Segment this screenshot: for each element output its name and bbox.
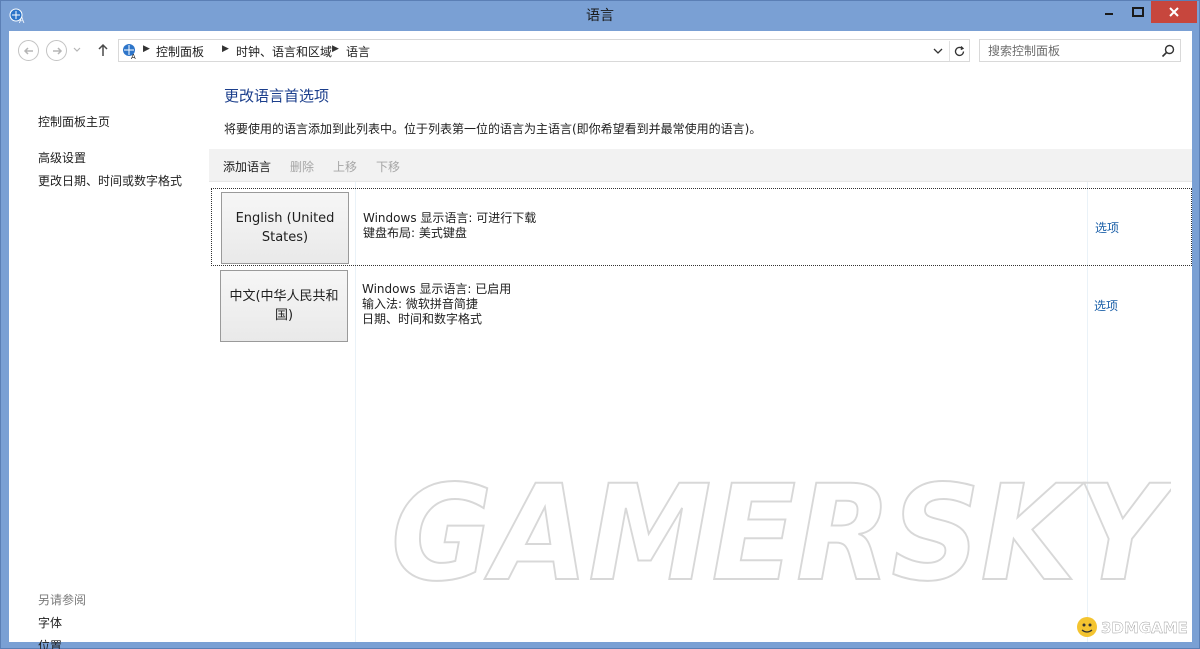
page-title: 更改语言首选项 — [224, 87, 330, 105]
language-detail-line: 输入法: 微软拼音简捷 — [362, 297, 478, 311]
chevron-down-icon — [73, 47, 81, 52]
language-row-chinese[interactable]: 中文(中华人民共和国) Windows 显示语言: 已启用 输入法: 微软拼音简… — [211, 267, 1192, 345]
address-bar: A ▶ 控制面板 ▶ 时钟、语言和区域 ▶ 语言 — [9, 31, 1192, 69]
language-row-english[interactable]: English (United States) Windows 显示语言: 可进… — [211, 188, 1192, 266]
up-arrow-icon — [98, 43, 108, 56]
search-box[interactable] — [979, 39, 1181, 62]
language-detail-line: Windows 显示语言: 已启用 — [362, 282, 512, 296]
language-tile-english[interactable]: English (United States) — [221, 192, 349, 264]
breadcrumb-separator-icon[interactable]: ▶ — [143, 44, 150, 54]
language-details: Windows 显示语言: 已启用 输入法: 微软拼音简捷 日期、时间和数字格式 — [362, 282, 511, 327]
language-detail-line: 日期、时间和数字格式 — [362, 312, 483, 326]
recent-locations-button[interactable] — [71, 44, 83, 56]
move-up-button[interactable]: 上移 — [333, 158, 357, 175]
up-button[interactable] — [95, 41, 111, 59]
add-language-button[interactable]: 添加语言 — [223, 158, 271, 175]
forward-arrow-icon — [52, 46, 62, 55]
breadcrumb-control-panel[interactable]: 控制面板 — [156, 43, 204, 60]
breadcrumb-clock-language-region[interactable]: 时钟、语言和区域 — [236, 43, 332, 60]
address-box[interactable]: A ▶ 控制面板 ▶ 时钟、语言和区域 ▶ 语言 — [118, 39, 970, 62]
3dmgame-logo: 3DMGAME — [1077, 617, 1188, 637]
language-tile-chinese[interactable]: 中文(中华人民共和国) — [220, 270, 348, 342]
see-also-label: 另请参阅 — [38, 593, 87, 607]
back-button[interactable] — [18, 40, 39, 61]
window-title: 语言 — [586, 8, 614, 24]
breadcrumb-separator-icon[interactable]: ▶ — [332, 44, 339, 54]
options-link-chinese[interactable]: 选项 — [1094, 297, 1118, 314]
language-detail-line: Windows 显示语言: 可进行下载 — [363, 211, 537, 225]
chevron-down-icon — [933, 48, 943, 54]
search-input[interactable] — [980, 40, 1158, 61]
options-link-english[interactable]: 选项 — [1095, 219, 1119, 236]
page-description: 将要使用的语言添加到此列表中。位于列表第一位的语言为主语言(即你希望看到并最常使… — [224, 122, 762, 136]
search-icon[interactable] — [1160, 43, 1176, 59]
refresh-icon — [954, 45, 965, 56]
back-arrow-icon — [23, 46, 33, 55]
title-bar[interactable]: A 语言 — [1, 1, 1199, 31]
language-details: Windows 显示语言: 可进行下载 键盘布局: 美式键盘 — [363, 211, 536, 241]
gamersky-watermark: GAMERSKY — [391, 471, 1171, 591]
maximize-button[interactable] — [1125, 1, 1151, 23]
maximize-icon — [1132, 7, 1144, 17]
sidebar-link-control-panel-home[interactable]: 控制面板主页 — [38, 113, 110, 130]
minimize-icon — [1105, 13, 1113, 15]
sidebar-link-advanced-settings[interactable]: 高级设置 — [38, 149, 86, 166]
breadcrumb-separator-icon[interactable]: ▶ — [222, 44, 229, 54]
address-dropdown-button[interactable] — [929, 42, 947, 60]
language-detail-line: 键盘布局: 美式键盘 — [363, 226, 467, 240]
svg-text:A: A — [131, 54, 136, 60]
minimize-button[interactable] — [1095, 1, 1123, 23]
logo-text: 3DMGAME — [1101, 619, 1188, 637]
remove-button[interactable]: 删除 — [290, 158, 314, 175]
window: A 语言 A ▶ 控制面板 ▶ 时钟、语言和区域 ▶ 语言 搜索控制面板 控制面… — [0, 0, 1200, 649]
language-toolbar: 添加语言 删除 上移 下移 — [209, 149, 1192, 182]
refresh-button[interactable] — [949, 41, 969, 61]
sidebar: 控制面板主页 高级设置 更改日期、时间或数字格式 另请参阅 字体 位置 — [9, 69, 209, 649]
breadcrumb-language[interactable]: 语言 — [346, 43, 370, 60]
sidebar-link-change-date-format[interactable]: 更改日期、时间或数字格式 — [38, 172, 182, 189]
control-panel-icon: A — [123, 44, 136, 60]
close-icon — [1169, 7, 1179, 17]
forward-button[interactable] — [46, 40, 67, 61]
move-down-button[interactable]: 下移 — [376, 158, 400, 175]
close-button[interactable] — [1151, 1, 1197, 23]
sidebar-link-fonts[interactable]: 字体 — [38, 614, 62, 631]
sidebar-link-location[interactable]: 位置 — [38, 637, 62, 649]
watermark-text: GAMERSKY — [391, 471, 1171, 591]
